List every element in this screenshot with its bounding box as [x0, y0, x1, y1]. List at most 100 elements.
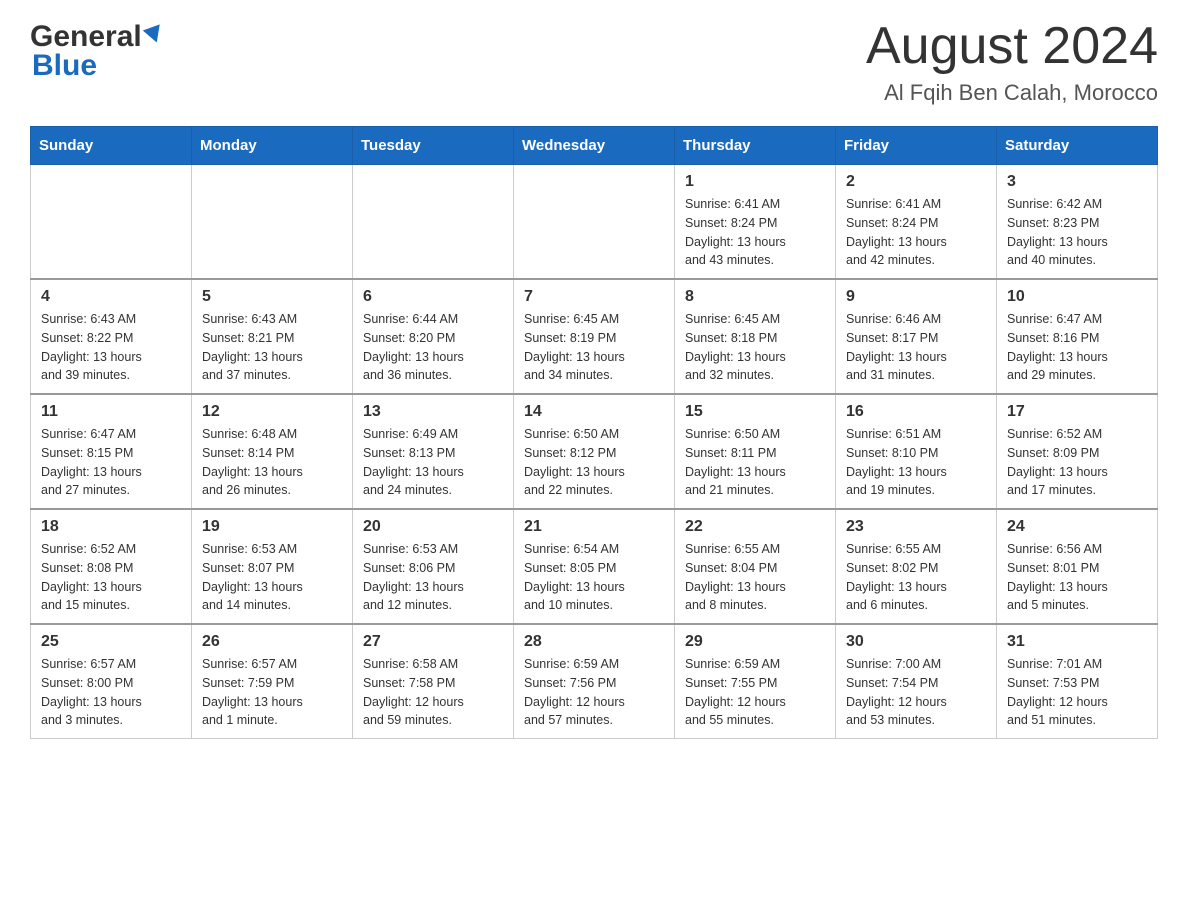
day-number: 1 — [685, 173, 825, 191]
day-info: Sunrise: 6:50 AM Sunset: 8:12 PM Dayligh… — [524, 425, 664, 500]
day-number: 28 — [524, 633, 664, 651]
calendar-day-cell: 20 Sunrise: 6:53 AM Sunset: 8:06 PM Dayli… — [353, 509, 514, 624]
day-number: 13 — [363, 403, 503, 421]
day-info: Sunrise: 6:59 AM Sunset: 7:55 PM Dayligh… — [685, 655, 825, 730]
day-header-friday: Friday — [836, 127, 997, 165]
calendar-day-cell: 29 Sunrise: 6:59 AM Sunset: 7:55 PM Dayli… — [675, 624, 836, 739]
calendar-day-cell: 13 Sunrise: 6:49 AM Sunset: 8:13 PM Dayli… — [353, 394, 514, 509]
calendar-day-cell: 16 Sunrise: 6:51 AM Sunset: 8:10 PM Dayli… — [836, 394, 997, 509]
day-number: 10 — [1007, 288, 1147, 306]
calendar-day-cell: 9 Sunrise: 6:46 AM Sunset: 8:17 PM Daylig… — [836, 279, 997, 394]
day-header-wednesday: Wednesday — [514, 127, 675, 165]
calendar-header-row: SundayMondayTuesdayWednesdayThursdayFrid… — [31, 127, 1158, 165]
day-number: 18 — [41, 518, 181, 536]
calendar-week-row: 25Sunrise: 6:57 AM Sunset: 8:00 PM Dayli… — [31, 624, 1158, 739]
day-number: 24 — [1007, 518, 1147, 536]
calendar-day-cell: 23 Sunrise: 6:55 AM Sunset: 8:02 PM Dayli… — [836, 509, 997, 624]
day-header-saturday: Saturday — [997, 127, 1158, 165]
calendar-day-cell: 30 Sunrise: 7:00 AM Sunset: 7:54 PM Dayli… — [836, 624, 997, 739]
day-number: 23 — [846, 518, 986, 536]
day-info: Sunrise: 6:47 AM Sunset: 8:15 PM Dayligh… — [41, 425, 181, 500]
calendar-day-cell: 17Sunrise: 6:52 AM Sunset: 8:09 PM Dayli… — [997, 394, 1158, 509]
day-info: Sunrise: 6:52 AM Sunset: 8:09 PM Dayligh… — [1007, 425, 1147, 500]
day-info: Sunrise: 6:51 AM Sunset: 8:10 PM Dayligh… — [846, 425, 986, 500]
calendar-day-cell — [192, 165, 353, 280]
day-info: Sunrise: 6:45 AM Sunset: 8:19 PM Dayligh… — [524, 310, 664, 385]
day-info: Sunrise: 7:00 AM Sunset: 7:54 PM Dayligh… — [846, 655, 986, 730]
calendar-day-cell: 12 Sunrise: 6:48 AM Sunset: 8:14 PM Dayli… — [192, 394, 353, 509]
day-info: Sunrise: 6:57 AM Sunset: 7:59 PM Dayligh… — [202, 655, 342, 730]
day-info: Sunrise: 6:46 AM Sunset: 8:17 PM Dayligh… — [846, 310, 986, 385]
day-info: Sunrise: 6:53 AM Sunset: 8:06 PM Dayligh… — [363, 540, 503, 615]
day-info: Sunrise: 6:50 AM Sunset: 8:11 PM Dayligh… — [685, 425, 825, 500]
calendar-day-cell: 26 Sunrise: 6:57 AM Sunset: 7:59 PM Dayli… — [192, 624, 353, 739]
day-number: 27 — [363, 633, 503, 651]
calendar-week-row: 4Sunrise: 6:43 AM Sunset: 8:22 PM Daylig… — [31, 279, 1158, 394]
day-number: 22 — [685, 518, 825, 536]
day-info: Sunrise: 6:55 AM Sunset: 8:02 PM Dayligh… — [846, 540, 986, 615]
day-info: Sunrise: 6:45 AM Sunset: 8:18 PM Dayligh… — [685, 310, 825, 385]
day-header-tuesday: Tuesday — [353, 127, 514, 165]
day-number: 12 — [202, 403, 342, 421]
day-number: 14 — [524, 403, 664, 421]
calendar-day-cell: 21 Sunrise: 6:54 AM Sunset: 8:05 PM Dayli… — [514, 509, 675, 624]
location-title: Al Fqih Ben Calah, Morocco — [866, 80, 1158, 106]
day-info: Sunrise: 6:52 AM Sunset: 8:08 PM Dayligh… — [41, 540, 181, 615]
day-info: Sunrise: 6:53 AM Sunset: 8:07 PM Dayligh… — [202, 540, 342, 615]
day-number: 7 — [524, 288, 664, 306]
day-info: Sunrise: 6:41 AM Sunset: 8:24 PM Dayligh… — [685, 195, 825, 270]
day-info: Sunrise: 6:43 AM Sunset: 8:22 PM Dayligh… — [41, 310, 181, 385]
calendar-day-cell: 31Sunrise: 7:01 AM Sunset: 7:53 PM Dayli… — [997, 624, 1158, 739]
day-info: Sunrise: 6:41 AM Sunset: 8:24 PM Dayligh… — [846, 195, 986, 270]
calendar-day-cell: 24 Sunrise: 6:56 AM Sunset: 8:01 PM Dayli… — [997, 509, 1158, 624]
day-info: Sunrise: 6:49 AM Sunset: 8:13 PM Dayligh… — [363, 425, 503, 500]
calendar-day-cell: 15Sunrise: 6:50 AM Sunset: 8:11 PM Dayli… — [675, 394, 836, 509]
logo-blue-text: Blue — [32, 49, 97, 83]
day-number: 26 — [202, 633, 342, 651]
day-info: Sunrise: 6:48 AM Sunset: 8:14 PM Dayligh… — [202, 425, 342, 500]
calendar-day-cell: 11 Sunrise: 6:47 AM Sunset: 8:15 PM Dayli… — [31, 394, 192, 509]
day-number: 9 — [846, 288, 986, 306]
day-header-monday: Monday — [192, 127, 353, 165]
calendar-day-cell: 18 Sunrise: 6:52 AM Sunset: 8:08 PM Dayli… — [31, 509, 192, 624]
day-number: 5 — [202, 288, 342, 306]
day-info: Sunrise: 6:42 AM Sunset: 8:23 PM Dayligh… — [1007, 195, 1147, 270]
calendar-day-cell — [31, 165, 192, 280]
day-info: Sunrise: 6:58 AM Sunset: 7:58 PM Dayligh… — [363, 655, 503, 730]
month-title: August 2024 — [866, 20, 1158, 72]
day-info: Sunrise: 6:43 AM Sunset: 8:21 PM Dayligh… — [202, 310, 342, 385]
calendar-day-cell: 5 Sunrise: 6:43 AM Sunset: 8:21 PM Daylig… — [192, 279, 353, 394]
logo: General Blue — [30, 20, 163, 83]
day-number: 21 — [524, 518, 664, 536]
day-number: 6 — [363, 288, 503, 306]
day-info: Sunrise: 6:54 AM Sunset: 8:05 PM Dayligh… — [524, 540, 664, 615]
day-info: Sunrise: 6:59 AM Sunset: 7:56 PM Dayligh… — [524, 655, 664, 730]
calendar-day-cell: 25Sunrise: 6:57 AM Sunset: 8:00 PM Dayli… — [31, 624, 192, 739]
day-info: Sunrise: 7:01 AM Sunset: 7:53 PM Dayligh… — [1007, 655, 1147, 730]
day-number: 3 — [1007, 173, 1147, 191]
day-info: Sunrise: 6:47 AM Sunset: 8:16 PM Dayligh… — [1007, 310, 1147, 385]
day-info: Sunrise: 6:56 AM Sunset: 8:01 PM Dayligh… — [1007, 540, 1147, 615]
day-header-sunday: Sunday — [31, 127, 192, 165]
calendar-week-row: 1 Sunrise: 6:41 AM Sunset: 8:24 PM Daylig… — [31, 165, 1158, 280]
day-header-thursday: Thursday — [675, 127, 836, 165]
calendar-week-row: 11 Sunrise: 6:47 AM Sunset: 8:15 PM Dayli… — [31, 394, 1158, 509]
calendar-table: SundayMondayTuesdayWednesdayThursdayFrid… — [30, 126, 1158, 739]
day-number: 16 — [846, 403, 986, 421]
calendar-day-cell — [514, 165, 675, 280]
calendar-day-cell: 28 Sunrise: 6:59 AM Sunset: 7:56 PM Dayli… — [514, 624, 675, 739]
calendar-day-cell: 3 Sunrise: 6:42 AM Sunset: 8:23 PM Daylig… — [997, 165, 1158, 280]
day-number: 29 — [685, 633, 825, 651]
calendar-day-cell: 14 Sunrise: 6:50 AM Sunset: 8:12 PM Dayli… — [514, 394, 675, 509]
day-info: Sunrise: 6:57 AM Sunset: 8:00 PM Dayligh… — [41, 655, 181, 730]
header: General Blue August 2024 Al Fqih Ben Cal… — [30, 20, 1158, 106]
calendar-week-row: 18 Sunrise: 6:52 AM Sunset: 8:08 PM Dayli… — [31, 509, 1158, 624]
day-number: 20 — [363, 518, 503, 536]
calendar-day-cell: 22 Sunrise: 6:55 AM Sunset: 8:04 PM Dayli… — [675, 509, 836, 624]
calendar-day-cell: 7 Sunrise: 6:45 AM Sunset: 8:19 PM Daylig… — [514, 279, 675, 394]
calendar-day-cell: 10 Sunrise: 6:47 AM Sunset: 8:16 PM Dayli… — [997, 279, 1158, 394]
day-number: 30 — [846, 633, 986, 651]
day-number: 11 — [41, 403, 181, 421]
day-number: 19 — [202, 518, 342, 536]
day-info: Sunrise: 6:55 AM Sunset: 8:04 PM Dayligh… — [685, 540, 825, 615]
